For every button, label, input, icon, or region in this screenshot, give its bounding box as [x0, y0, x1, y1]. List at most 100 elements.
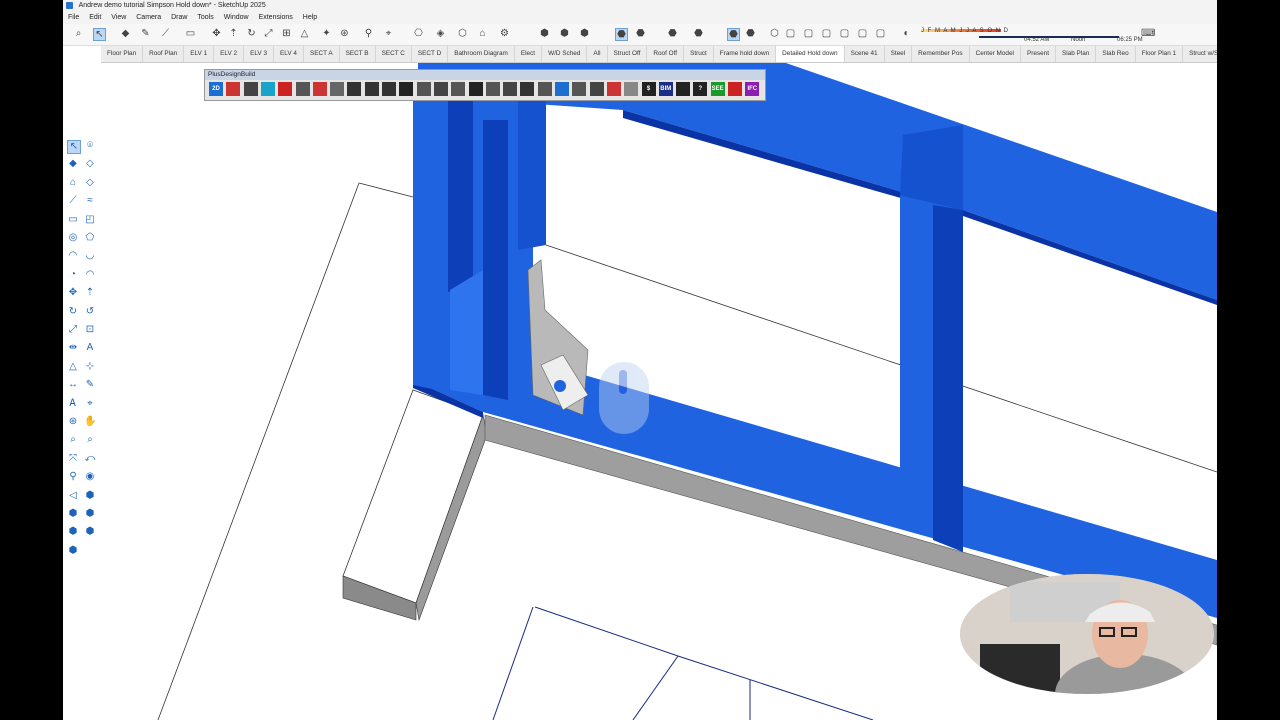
shadow-settings[interactable]: J F M A M J J A S O N D 04:52 AM Noon 06…	[921, 28, 1143, 43]
hidden-line-icon[interactable]: ⬣	[667, 28, 678, 39]
scene-tab[interactable]: Present	[1021, 46, 1056, 62]
menu-help[interactable]: Help	[303, 14, 317, 21]
eraser-2-tool-icon[interactable]: ◇	[84, 177, 96, 189]
tape-tool-icon[interactable]: ⇹	[67, 342, 79, 354]
plusdesign-tool-icon[interactable]: ?	[693, 82, 708, 96]
line-tool-icon[interactable]: ⟋	[67, 195, 79, 207]
walk-icon[interactable]: ⚲	[363, 28, 374, 39]
offset-tool-icon[interactable]: ⊡	[84, 324, 96, 336]
scene-tab[interactable]: All	[587, 46, 608, 62]
plusdesign-tool-icon[interactable]	[243, 82, 258, 96]
scene-tab[interactable]: SECT A	[304, 46, 340, 62]
scale-tool-icon[interactable]: ⤢	[67, 324, 79, 336]
scene-tab[interactable]: SECT B	[340, 46, 376, 62]
menu-tools[interactable]: Tools	[197, 14, 213, 21]
orbit-icon[interactable]: ⊛	[339, 28, 350, 39]
plusdesign-tool-icon[interactable]	[520, 82, 535, 96]
view-left-icon[interactable]: ▢	[821, 28, 832, 39]
plusdesign-tool-icon[interactable]	[676, 82, 691, 96]
plusdesign-tool-icon[interactable]: SEE	[710, 82, 725, 96]
rotate-tool-icon[interactable]: ↻	[67, 306, 79, 318]
scene-tab[interactable]: ELV 3	[244, 46, 275, 62]
sandbox-tool-icon[interactable]: ⬢	[84, 490, 96, 502]
scene-tab[interactable]: Detailed Hold down	[776, 46, 845, 62]
plusdesign-tool-icon[interactable]	[485, 82, 500, 96]
follow-me-tool-icon[interactable]: ↺	[84, 306, 96, 318]
view-back-icon[interactable]: ▢	[803, 28, 814, 39]
menu-view[interactable]: View	[111, 14, 126, 21]
menu-camera[interactable]: Camera	[136, 14, 161, 21]
zoom-window-tool-icon[interactable]: ⌕	[84, 434, 96, 446]
scene-tab[interactable]: ELV 1	[184, 46, 215, 62]
textured-style-icon[interactable]: ⬣	[635, 28, 646, 39]
move-icon[interactable]: ✥	[211, 28, 222, 39]
pie-tool-icon[interactable]: ◔	[67, 269, 79, 281]
scene-tab[interactable]: Steel	[885, 46, 913, 62]
sandbox-5-tool-icon[interactable]: ⬢	[84, 526, 96, 538]
styles-icon[interactable]: ⚙	[499, 28, 510, 39]
tag-tool-icon[interactable]: ⌂	[67, 177, 79, 189]
plusdesign-tool-icon[interactable]: IFC	[745, 82, 760, 96]
zoom-tool-icon[interactable]: ⌕	[67, 434, 79, 446]
rotate-icon[interactable]: ↻	[246, 28, 257, 39]
sandbox-6-tool-icon[interactable]: ⬢	[67, 545, 79, 557]
pencil-icon[interactable]: ✎	[140, 28, 151, 39]
menu-draw[interactable]: Draw	[171, 14, 187, 21]
back-edges-icon[interactable]: ⬣	[727, 28, 740, 41]
scene-tab[interactable]: Elect	[515, 46, 543, 62]
rectangle-icon[interactable]: ▭	[185, 28, 196, 39]
scene-tab[interactable]: Roof Off	[647, 46, 685, 62]
menu-extensions[interactable]: Extensions	[259, 14, 293, 21]
scene-tab[interactable]: SECT D	[412, 46, 449, 62]
menu-edit[interactable]: Edit	[89, 14, 101, 21]
front-view-icon[interactable]: ⬢	[579, 28, 590, 39]
plusdesign-tool-icon[interactable]	[537, 82, 552, 96]
scene-tab[interactable]: Floor Plan 1	[1136, 46, 1184, 62]
plusdesign-tool-icon[interactable]	[226, 82, 241, 96]
plusdesign-tool-icon[interactable]	[260, 82, 275, 96]
polygon-tool-icon[interactable]: ⬠	[84, 232, 96, 244]
scene-tab[interactable]: Slab Reo	[1096, 46, 1136, 62]
plusdesign-tool-icon[interactable]	[555, 82, 569, 96]
plusdesign-tool-icon[interactable]	[589, 82, 604, 96]
label-tool-icon[interactable]: ✎	[84, 379, 96, 391]
rotated-rect-tool-icon[interactable]: ◰	[84, 214, 96, 226]
scene-tab[interactable]: Struct Off	[608, 46, 648, 62]
lasso-tool-icon[interactable]: ⌾	[84, 140, 96, 152]
plusdesign-tool-icon[interactable]	[503, 82, 518, 96]
scene-tab[interactable]: ELV 4	[274, 46, 304, 62]
scene-tab[interactable]: Struct w/Sh	[1183, 46, 1217, 62]
shaded-style-icon[interactable]: ⬣	[615, 28, 628, 41]
protractor-tool-icon[interactable]: △	[67, 361, 79, 373]
xray-style-icon[interactable]: ⬣	[693, 28, 704, 39]
section-icon[interactable]: ⌖	[383, 28, 394, 39]
axes-tool-icon[interactable]: ⊹	[84, 361, 96, 373]
arc-2-tool-icon[interactable]: ◡	[84, 250, 96, 262]
plusdesign-tool-icon[interactable]: $	[641, 82, 656, 96]
arc-tool-icon[interactable]: ◠	[67, 250, 79, 262]
scene-tab[interactable]: ELV 2	[214, 46, 245, 62]
offset-icon[interactable]: ⊞	[281, 28, 292, 39]
scene-tab[interactable]: Roof Plan	[143, 46, 185, 62]
menu-window[interactable]: Window	[224, 14, 249, 21]
plusdesign-tool-icon[interactable]	[468, 82, 483, 96]
push-pull-tool-icon[interactable]: ⇡	[84, 287, 96, 299]
text-tool-icon[interactable]: A	[84, 342, 96, 354]
plusdesign-tool-icon[interactable]	[624, 82, 639, 96]
scene-tab[interactable]: Floor Plan	[101, 46, 144, 62]
line-icon[interactable]: ⟋	[160, 28, 171, 39]
position-camera-tool-icon[interactable]: ◁	[67, 490, 79, 502]
pan-tool-icon[interactable]: ✋	[84, 416, 96, 428]
scale-icon[interactable]: ⤢	[263, 28, 274, 39]
tags-icon[interactable]: ⌂	[477, 28, 488, 39]
scene-tab[interactable]: SECT C	[376, 46, 412, 62]
look-around-tool-icon[interactable]: ◉	[84, 471, 96, 483]
push-pull-icon[interactable]: ⇡	[228, 28, 239, 39]
move-tool-icon[interactable]: ✥	[67, 287, 79, 299]
plusdesign-tool-icon[interactable]	[606, 82, 621, 96]
plusdesign-tool-icon[interactable]	[416, 82, 431, 96]
menu-file[interactable]: File	[68, 14, 79, 21]
plusdesign-tool-icon[interactable]	[382, 82, 396, 96]
section-tool-icon[interactable]: ⌖	[84, 398, 96, 410]
arc-3-tool-icon[interactable]: ◠	[84, 269, 96, 281]
